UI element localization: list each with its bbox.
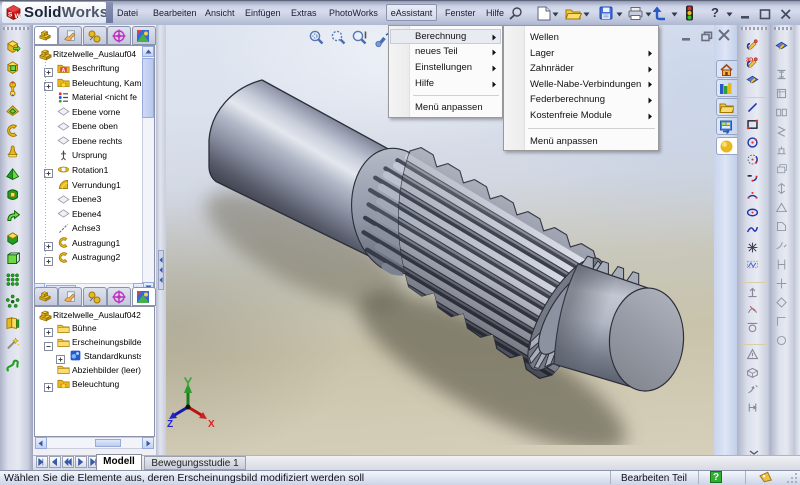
svg-text:Z: Z (167, 419, 173, 430)
svg-text:X: X (208, 419, 215, 430)
svg-text:S: S (8, 12, 13, 19)
svg-text:A: A (61, 67, 65, 73)
svg-text:W: W (15, 13, 22, 20)
